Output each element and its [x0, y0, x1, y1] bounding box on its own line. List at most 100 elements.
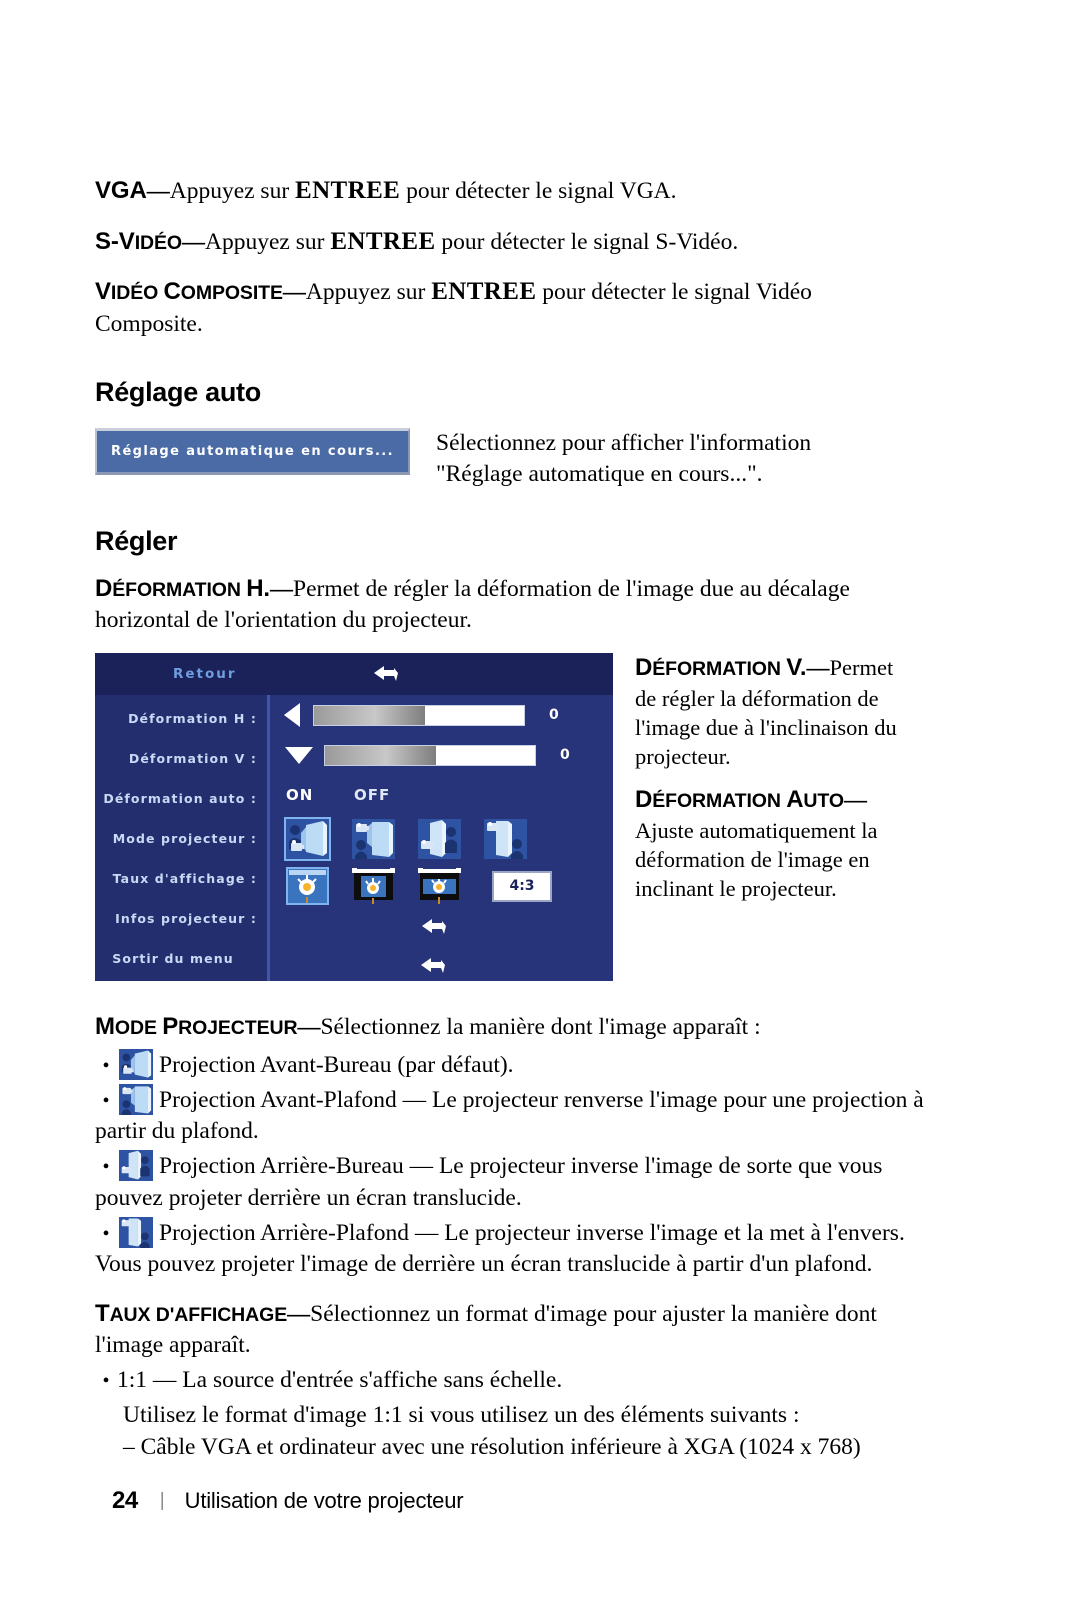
- auto-adjust-description: Sélectionnez pour afficher l'information…: [436, 428, 811, 490]
- text-before-key: Appuyez sur: [305, 279, 432, 305]
- osd-label-column: Déformation H : Déformation V : Déformat…: [95, 695, 270, 982]
- paragraph-keystone-auto: DÉFORMATION AUTO— Ajuste automatiquement …: [635, 785, 915, 903]
- key-entree: ENTREE: [431, 278, 537, 305]
- osd-row-projector-mode: [270, 815, 613, 863]
- aspect-widescreen-icon[interactable]: [418, 867, 461, 905]
- term-keystone-h: DÉFORMATION H.: [95, 575, 270, 603]
- list-item-text: 1:1 — La source d'entrée s'affiche sans …: [117, 1366, 563, 1393]
- list-item: • Projection Arrière-Plafond — Le projec…: [95, 1216, 925, 1281]
- osd-label-keystone-v[interactable]: Déformation V :: [95, 739, 267, 779]
- aspect-fill-icon[interactable]: [286, 867, 329, 906]
- term-keystone-v: DÉFORMATION V.: [635, 654, 807, 682]
- aspect-ratio-subitem: – Câble VGA et ordinateur avec une résol…: [123, 1434, 861, 1461]
- paragraph-composite-video: VIDÉO COMPOSITE—Appuyez sur ENTREE pour …: [95, 276, 925, 339]
- paragraph-keystone-v: DÉFORMATION V.—Permet de régler la défor…: [635, 653, 915, 771]
- list-item-text: Projection Avant-Bureau (par défaut).: [159, 1051, 514, 1078]
- osd-title-bar: Retour: [95, 653, 613, 696]
- term-vga: VGA: [95, 177, 147, 204]
- em-dash: —: [297, 1014, 321, 1040]
- term-aspect-ratio: TAUX D'AFFICHAGE: [95, 1300, 288, 1328]
- osd-label-projector-mode[interactable]: Mode projecteur :: [95, 819, 267, 859]
- keystone-h-value: 0: [549, 707, 559, 724]
- keystone-auto-on-option[interactable]: ON: [286, 786, 354, 804]
- term-keystone-auto: DÉFORMATION AUTO: [635, 786, 844, 814]
- term-composite-video: VIDÉO COMPOSITE: [95, 278, 283, 305]
- arrow-down-icon[interactable]: [285, 746, 313, 764]
- document-page: VGA—Appuyez sur ENTREE pour détecter le …: [0, 0, 1080, 1620]
- page-number: 24: [112, 1487, 138, 1514]
- osd-label-exit-menu[interactable]: Sortir du menu: [95, 939, 267, 979]
- osd-label-keystone-h[interactable]: Déformation H :: [95, 699, 267, 739]
- front-ceiling-icon[interactable]: [352, 819, 395, 860]
- osd-row-projector-info[interactable]: [270, 909, 613, 949]
- projector-mode-list: • Projection Avant-Bureau (par défaut). …: [95, 1048, 925, 1281]
- osd-label-projector-info[interactable]: Infos projecteur :: [95, 899, 267, 939]
- osd-row-keystone-v: 0: [270, 735, 613, 775]
- osd-label-keystone-auto[interactable]: Déformation auto :: [95, 779, 267, 819]
- list-item: • Projection Arrière-Bureau — Le project…: [95, 1150, 925, 1214]
- aspect-ratio-note: Utilisez le format d'image 1:1 si vous u…: [123, 1401, 800, 1428]
- rear-ceiling-icon[interactable]: [484, 819, 527, 860]
- list-item: • Projection Avant-Bureau (par défaut).: [95, 1048, 925, 1081]
- em-dash: —: [287, 1301, 311, 1327]
- arrow-left-icon[interactable]: [284, 703, 300, 728]
- paragraph-svideo: S-VIDÉO—Appuyez sur ENTREE pour détecter…: [95, 226, 925, 259]
- em-dash: —: [182, 228, 205, 254]
- keystone-auto-off-option[interactable]: OFF: [354, 786, 390, 804]
- rear-desktop-icon[interactable]: [418, 819, 461, 860]
- text-before-key: Appuyez sur: [169, 178, 296, 204]
- osd-menu: Retour Déformation H : Déformation V : D…: [95, 653, 613, 982]
- list-item-text: Projection Arrière-Plafond — Le projecte…: [95, 1219, 905, 1278]
- osd-figure: Retour Déformation H : Déformation V : D…: [95, 653, 925, 982]
- text-after-key: pour détecter le signal VGA.: [400, 178, 677, 204]
- front-ceiling-icon: [119, 1083, 153, 1115]
- bullet-glyph: •: [102, 1222, 110, 1245]
- paragraph-projector-mode: MODE PROJECTEUR—Sélectionnez la manière …: [95, 1011, 925, 1043]
- page-content: VGA—Appuyez sur ENTREE pour détecter le …: [95, 175, 925, 1481]
- em-dash: —: [270, 576, 293, 602]
- auto-adjust-description-line2: "Réglage automatique en cours...".: [436, 461, 763, 488]
- rear-ceiling-icon: [119, 1216, 153, 1248]
- keystone-h-slider[interactable]: [313, 704, 525, 726]
- keystone-h-slider-fill: [314, 705, 426, 725]
- paragraph-vga: VGA—Appuyez sur ENTREE pour détecter le …: [95, 175, 925, 208]
- keystone-auto-body: Ajuste automatiquement la déformation de…: [635, 818, 878, 902]
- exit-menu-arrow-icon: [417, 956, 447, 980]
- keystone-v-slider-fill: [325, 745, 437, 765]
- auto-adjust-osd-button: Réglage automatique en cours...: [95, 428, 410, 476]
- osd-label-aspect-ratio[interactable]: Taux d'affichage :: [95, 859, 267, 899]
- key-entree: ENTREE: [330, 227, 436, 255]
- bullet-glyph: •: [102, 1089, 110, 1112]
- bullet-glyph: •: [102, 1054, 110, 1077]
- heading-auto-adjust: Réglage auto: [95, 377, 261, 408]
- osd-row-exit-menu[interactable]: [270, 949, 613, 987]
- osd-row-aspect-ratio: 4:3: [270, 863, 613, 909]
- aspect-letterbox-icon[interactable]: [352, 867, 395, 905]
- osd-body: Déformation H : Déformation V : Déformat…: [95, 695, 613, 982]
- aspect-ratio-list: • 1:1 — La source d'entrée s'affiche sans…: [95, 1365, 925, 1396]
- heading-adjust: Régler: [95, 526, 178, 557]
- osd-control-column: 0 0 ON OFF 4:3: [270, 695, 613, 981]
- osd-title-label: Retour: [173, 666, 237, 683]
- auto-adjust-figure: Réglage automatique en cours... Sélectio…: [95, 428, 925, 490]
- list-item-text: Projection Avant-Plafond — Le projecteur…: [95, 1086, 924, 1145]
- paragraph-aspect-ratio: TAUX D'AFFICHAGE—Sélectionnez un format …: [95, 1298, 925, 1360]
- bullet-glyph: •: [102, 1156, 110, 1179]
- aspect-ratio-value[interactable]: 4:3: [492, 870, 552, 902]
- osd-row-keystone-h: 0: [270, 695, 613, 735]
- footer-separator: |: [159, 1490, 165, 1511]
- keystone-v-slider[interactable]: [324, 744, 536, 766]
- front-desktop-icon: [119, 1048, 153, 1080]
- page-footer: 24 | Utilisation de votre projecteur: [112, 1487, 464, 1515]
- text-before-key: Appuyez sur: [205, 228, 331, 255]
- text-after-key: pour détecter le signal S-Vidéo.: [435, 228, 739, 255]
- back-arrow-icon: [370, 664, 400, 688]
- footer-title: Utilisation de votre projecteur: [184, 1488, 464, 1513]
- keystone-v-value: 0: [560, 747, 570, 764]
- front-desktop-icon[interactable]: [284, 817, 331, 862]
- em-dash: —: [146, 178, 170, 203]
- auto-adjust-osd-button-label: Réglage automatique en cours...: [111, 444, 394, 460]
- list-item: • 1:1 — La source d'entrée s'affiche sans…: [95, 1365, 925, 1396]
- auto-adjust-description-line1: Sélectionnez pour afficher l'information: [436, 430, 812, 457]
- em-dash: —: [806, 655, 830, 681]
